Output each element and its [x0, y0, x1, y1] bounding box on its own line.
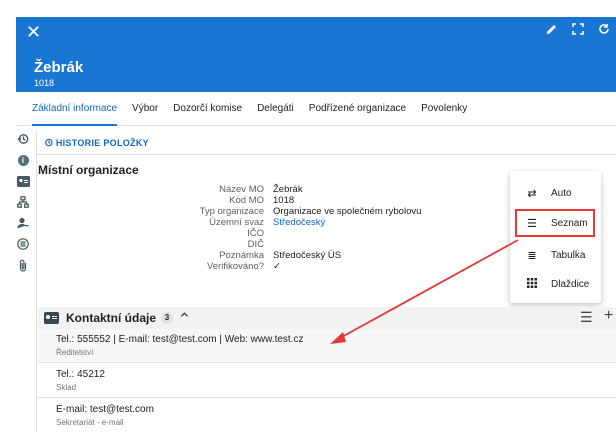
field-label: Kód MO	[229, 195, 264, 206]
tab-povolenky[interactable]: Povolenky	[421, 92, 467, 126]
menu-item-label: Dlaždice	[551, 278, 590, 290]
field-value: 1018	[273, 195, 295, 206]
refresh-icon[interactable]	[598, 23, 610, 38]
field-value: Organizace ve společném rybolovu	[273, 206, 422, 217]
contact-card-icon[interactable]	[16, 174, 30, 188]
field-label: Územní svaz	[209, 217, 264, 228]
list-icon[interactable]	[16, 237, 30, 251]
contact-card-icon	[44, 312, 59, 324]
attachment-icon[interactable]	[16, 258, 30, 272]
field-label: Verifikováno?	[206, 261, 264, 272]
field-value: Středočeský ÚS	[273, 250, 342, 261]
field-row: DIČ	[60, 239, 540, 250]
field-label: Poznámka	[219, 250, 264, 261]
menu-item-seznam[interactable]: ☰ Seznam	[515, 209, 595, 237]
field-label: Název MO	[219, 184, 264, 195]
section-nav: i	[16, 132, 30, 279]
rail-divider	[36, 132, 37, 432]
record-code: 1018	[34, 78, 55, 88]
menu-item-tabulka[interactable]: ≣ Tabulka	[510, 241, 601, 269]
field-row: IČO	[60, 228, 540, 239]
menu-item-dlazdice[interactable]: Dlaždice	[510, 270, 601, 298]
field-row: Kód MO 1018	[60, 195, 540, 206]
field-row: Typ organizace Organizace ve společném ry…	[60, 206, 540, 217]
view-mode-icon[interactable]: ☰	[580, 309, 593, 326]
contact-details: E-mail: test@test.com	[56, 404, 154, 415]
field-row: Poznámka Středočeský ÚS	[60, 250, 540, 261]
menu-item-label: Auto	[551, 187, 572, 199]
user-key-icon[interactable]	[16, 216, 30, 230]
contact-type: Ředitelství	[56, 348, 94, 357]
contacts-header: Kontaktní údaje 3 ☰ +	[38, 307, 616, 329]
tab-zakladni-informace[interactable]: Základní informace	[32, 92, 118, 126]
fullscreen-icon[interactable]	[572, 23, 584, 38]
tab-bar: Základní informace Výbor Dozorčí komise …	[16, 92, 616, 126]
list-view-icon: ☰	[527, 217, 537, 230]
record-title: Žebrák	[34, 59, 84, 76]
territorial-union-link[interactable]: Středočeský	[273, 217, 325, 228]
header-toolbar	[546, 23, 610, 38]
organization-details: Název MO Žebrák Kód MO 1018 Typ organizace…	[60, 184, 540, 272]
table-view-icon: ≣	[527, 249, 537, 262]
contact-type: Sklad	[56, 383, 77, 392]
tab-dozorci-komise[interactable]: Dozorčí komise	[173, 92, 242, 126]
divider	[36, 154, 616, 155]
contact-item[interactable]: E-mail: test@test.com Sekretariát - e-ma…	[38, 399, 616, 432]
contact-type: Sekretariát - e-mail	[56, 418, 124, 427]
history-link-icon	[45, 138, 53, 147]
menu-item-auto[interactable]: ⇄ Auto	[510, 179, 601, 207]
tiles-view-icon	[522, 277, 542, 291]
chevron-up-icon[interactable]	[180, 310, 189, 322]
edit-icon[interactable]	[546, 23, 558, 38]
history-icon[interactable]	[16, 132, 30, 146]
history-label: HISTORIE POLOŽKY	[55, 138, 149, 148]
tab-vybor[interactable]: Výbor	[132, 92, 158, 126]
hierarchy-icon[interactable]	[16, 195, 30, 209]
menu-item-label: Seznam	[551, 217, 588, 229]
field-row: Územní svaz Středočeský	[60, 217, 540, 228]
contacts-count-badge: 3	[161, 312, 173, 324]
add-icon[interactable]: +	[604, 307, 613, 325]
tab-podrizene-organizace[interactable]: Podřízené organizace	[309, 92, 406, 126]
swap-icon: ⇄	[527, 187, 537, 200]
field-value: Žebrák	[273, 184, 303, 195]
info-icon[interactable]: i	[16, 153, 30, 167]
contact-details: Tel.: 555552 | E-mail: test@test.com | W…	[56, 334, 304, 345]
history-button[interactable]: HISTORIE POLOŽKY	[44, 138, 149, 148]
contact-item[interactable]: Tel.: 45212 Sklad	[38, 364, 616, 398]
field-label: IČO	[247, 228, 264, 239]
menu-item-label: Tabulka	[551, 249, 586, 261]
contact-item[interactable]: Tel.: 555552 | E-mail: test@test.com | W…	[38, 329, 616, 363]
tab-delegati[interactable]: Delegáti	[257, 92, 294, 126]
detail-header: ✕ Žebrák 1018	[16, 17, 616, 92]
field-label: DIČ	[247, 239, 264, 250]
field-row: Verifikováno? ✓	[60, 261, 540, 272]
field-row: Název MO Žebrák	[60, 184, 540, 195]
verified-check: ✓	[273, 261, 281, 272]
contact-details: Tel.: 45212	[56, 369, 105, 380]
section-title: Místní organizace	[38, 163, 139, 177]
contacts-title: Kontaktní údaje	[66, 311, 157, 325]
field-label: Typ organizace	[199, 206, 264, 217]
close-icon[interactable]: ✕	[26, 23, 41, 41]
view-mode-menu: ⇄ Auto ☰ Seznam ≣ Tabulka Dlaždice	[510, 171, 601, 303]
